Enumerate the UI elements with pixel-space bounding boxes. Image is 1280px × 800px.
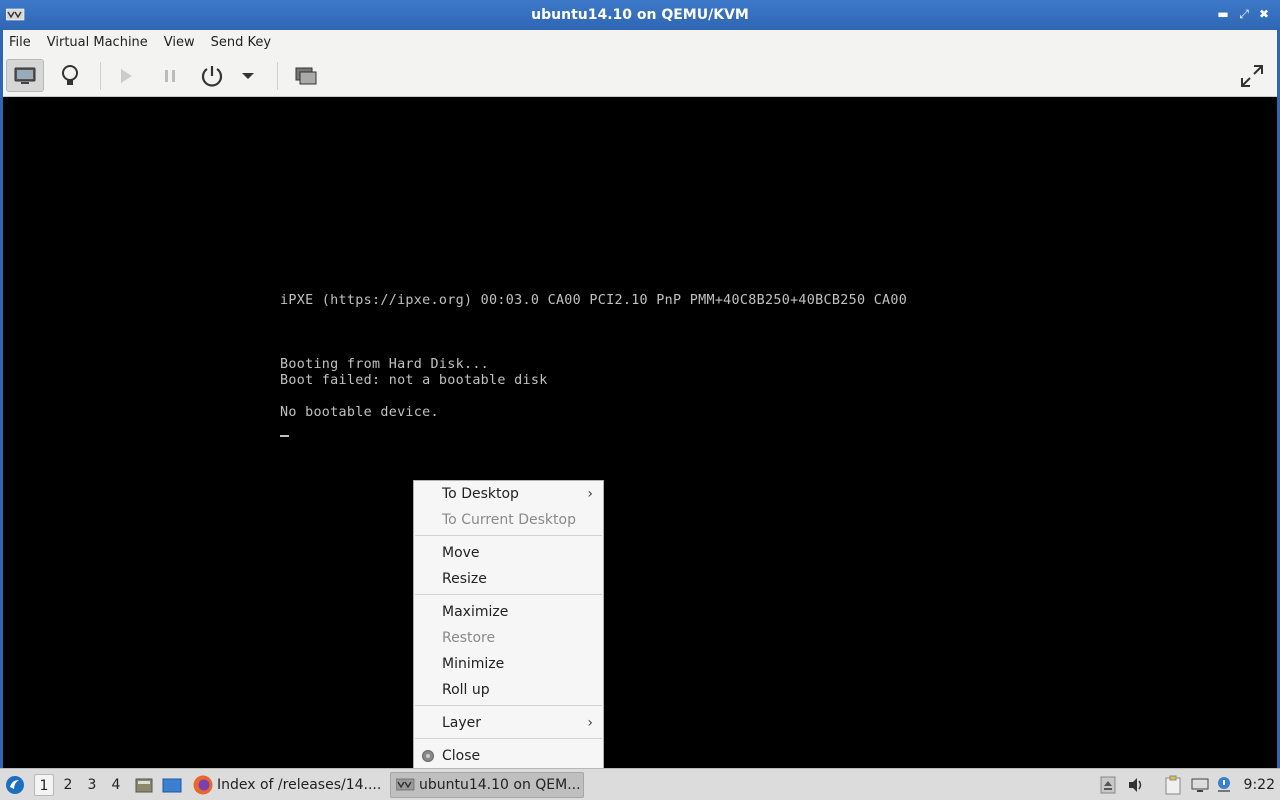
menu-item-layer[interactable]: Layer ›	[414, 710, 603, 736]
console-icon	[14, 67, 36, 84]
menu-separator	[415, 594, 602, 595]
menu-item-move[interactable]: Move	[414, 540, 603, 566]
chevron-right-icon: ›	[587, 486, 593, 502]
menu-item-label: Minimize	[442, 656, 505, 672]
menu-item-label: To Current Desktop	[442, 512, 576, 528]
menu-view[interactable]: View	[158, 35, 201, 50]
screenshot-icon	[295, 67, 317, 84]
restore-icon[interactable]: ⤢	[1235, 5, 1253, 23]
run-button[interactable]	[107, 59, 145, 92]
toolbar	[3, 54, 1277, 97]
menu-item-maximize[interactable]: Maximize	[414, 599, 603, 625]
window-context-menu: To Desktop › To Current Desktop Move Res…	[413, 480, 604, 769]
lightbulb-icon	[62, 64, 78, 85]
tray-notification[interactable]	[1214, 775, 1234, 795]
eject-icon	[1100, 776, 1116, 794]
fullscreen-button[interactable]	[1233, 59, 1271, 92]
close-radio-icon	[422, 750, 434, 762]
menu-item-minimize[interactable]: Minimize	[414, 651, 603, 677]
menu-virtual-machine[interactable]: Virtual Machine	[41, 35, 154, 50]
console-line-booting: Booting from Hard Disk...	[280, 357, 490, 372]
desktop-switch-1[interactable]: 1	[34, 774, 54, 796]
menu-file[interactable]: File	[3, 35, 37, 50]
menubar: File Virtual Machine View Send Key	[3, 30, 1277, 54]
taskbar: 1 2 3 4 Index of /releases/14.... ubuntu…	[0, 768, 1280, 800]
clock[interactable]: 9:22	[1244, 769, 1275, 800]
minimize-icon[interactable]: ▬	[1214, 5, 1232, 23]
lubuntu-logo-icon	[6, 776, 24, 794]
task-firefox[interactable]: Index of /releases/14....	[192, 772, 384, 798]
task-label: ubuntu14.10 on QEM...	[419, 777, 581, 793]
details-button[interactable]	[51, 59, 89, 92]
menu-item-label: Resize	[442, 571, 487, 587]
menu-item-label: Maximize	[442, 604, 509, 620]
menu-separator	[415, 738, 602, 739]
desktop-switch-2[interactable]: 2	[58, 774, 78, 796]
toolbar-separator	[100, 62, 101, 90]
menu-item-label: To Desktop	[442, 486, 519, 502]
menu-item-resize[interactable]: Resize	[414, 566, 603, 592]
power-icon	[201, 65, 223, 87]
show-desktop-launcher[interactable]	[162, 775, 182, 795]
menu-item-label: Restore	[442, 630, 496, 646]
tray-volume[interactable]	[1126, 775, 1146, 795]
console-line-boot-failed: Boot failed: not a bootable disk	[280, 373, 548, 388]
chevron-right-icon: ›	[587, 715, 593, 731]
window-title: ubuntu14.10 on QEMU/KVM	[531, 7, 749, 23]
network-icon	[1191, 778, 1209, 792]
virt-manager-icon	[6, 8, 25, 21]
app-menu-button[interactable]	[5, 775, 25, 795]
vm-console-display[interactable]: iPXE (https://ipxe.org) 00:03.0 CA00 PCI…	[3, 97, 1277, 768]
console-button[interactable]	[6, 59, 44, 92]
toolbar-separator	[277, 62, 278, 90]
desktop-switch-3[interactable]: 3	[82, 774, 102, 796]
menu-item-label: Roll up	[442, 682, 490, 698]
menu-item-close[interactable]: Close	[414, 743, 603, 769]
menu-item-to-desktop[interactable]: To Desktop ›	[414, 481, 603, 507]
file-manager-launcher[interactable]	[134, 775, 154, 795]
volume-icon	[1129, 778, 1142, 792]
menu-send-key[interactable]: Send Key	[205, 35, 277, 50]
firefox-icon	[193, 775, 213, 795]
desktop-switch-4[interactable]: 4	[106, 774, 126, 796]
tray-eject[interactable]	[1098, 775, 1118, 795]
shutdown-button[interactable]	[193, 59, 231, 92]
tray-network[interactable]	[1190, 775, 1210, 795]
virt-manager-icon	[396, 778, 415, 791]
console-line-ipxe: iPXE (https://ipxe.org) 00:03.0 CA00 PCI…	[280, 293, 908, 308]
menu-separator	[415, 705, 602, 706]
menu-item-to-current-desktop[interactable]: To Current Desktop	[414, 507, 603, 533]
window-titlebar[interactable]: ubuntu14.10 on QEMU/KVM ▬ ⤢ ✖	[0, 0, 1280, 30]
task-label: Index of /releases/14....	[217, 777, 382, 793]
chevron-down-icon	[242, 72, 254, 79]
console-cursor	[280, 435, 289, 437]
desktop-icon	[162, 778, 182, 793]
fullscreen-icon	[1241, 64, 1263, 87]
menu-item-label: Close	[442, 748, 481, 764]
folder-icon	[135, 778, 153, 793]
task-virt-manager[interactable]: ubuntu14.10 on QEM...	[390, 772, 584, 798]
menu-separator	[415, 535, 602, 536]
menu-item-label: Layer	[442, 715, 482, 731]
shutdown-menu-button[interactable]	[233, 59, 263, 92]
tray-clipboard[interactable]	[1163, 775, 1183, 795]
clipboard-icon	[1165, 775, 1181, 795]
menu-item-roll-up[interactable]: Roll up	[414, 677, 603, 703]
console-line-no-device: No bootable device.	[280, 405, 439, 420]
close-icon[interactable]: ✖	[1255, 5, 1273, 23]
play-icon	[121, 68, 132, 83]
screenshot-button[interactable]	[287, 59, 325, 92]
pause-button[interactable]	[151, 59, 189, 92]
menu-item-restore[interactable]: Restore	[414, 625, 603, 651]
menu-item-label: Move	[442, 545, 480, 561]
pause-icon	[165, 69, 175, 82]
info-icon	[1218, 777, 1230, 792]
